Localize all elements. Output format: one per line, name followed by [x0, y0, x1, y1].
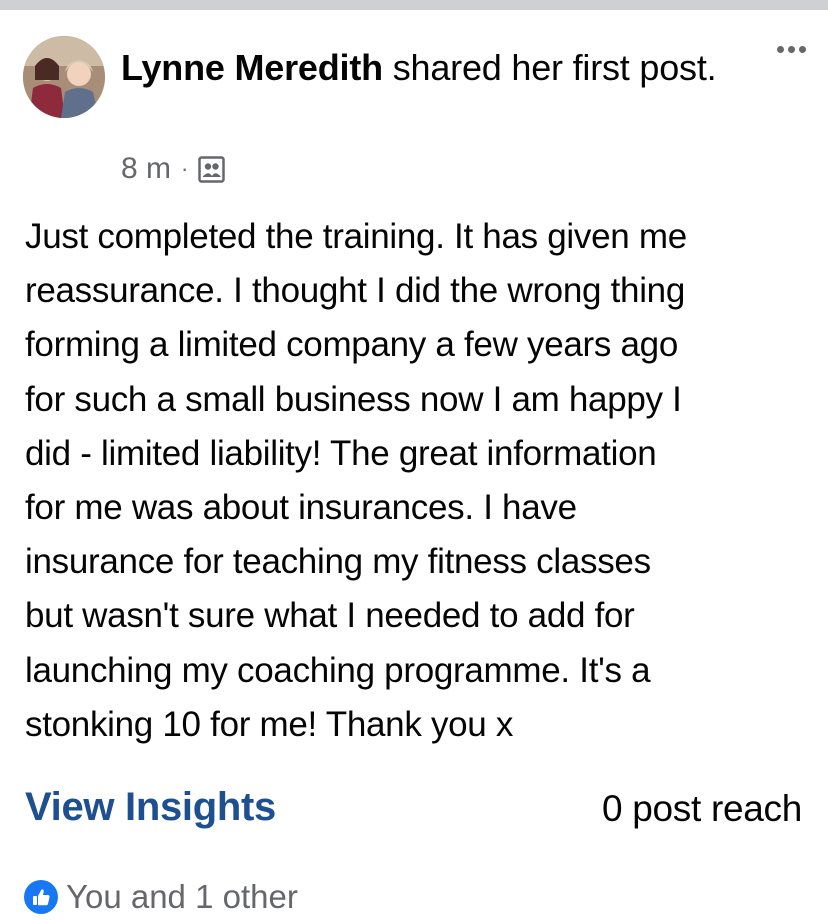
meta-separator: · — [181, 156, 189, 181]
timestamp[interactable]: 8 m — [121, 152, 171, 186]
like-icon — [24, 880, 58, 914]
reactions-summary[interactable]: You and 1 other — [24, 878, 298, 916]
view-insights-link[interactable]: View Insights — [25, 785, 276, 830]
post-reach: 0 post reach — [601, 788, 802, 829]
post-body: Just completed the training. It has give… — [25, 217, 687, 744]
more-options-icon[interactable] — [777, 46, 806, 53]
group-audience-icon[interactable] — [198, 155, 226, 183]
avatar[interactable] — [23, 36, 105, 118]
post-meta: 8 m · — [121, 152, 226, 186]
post-card: Lynne Meredith shared her first post. 8 … — [0, 10, 828, 920]
top-divider — [0, 0, 828, 10]
post-header: Lynne Meredith shared her first post. — [121, 40, 721, 95]
post-action-text: shared her first post. — [382, 47, 717, 88]
author-name[interactable]: Lynne Meredith — [121, 47, 383, 88]
reactions-text: You and 1 other — [66, 878, 298, 915]
